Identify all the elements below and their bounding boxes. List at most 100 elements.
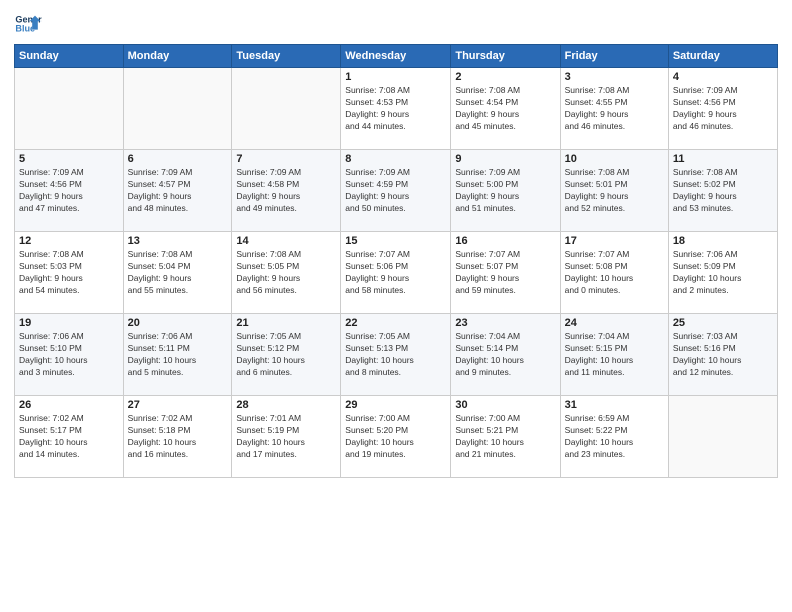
calendar-day-cell: 12 Sunrise: 7:08 AM Sunset: 5:03 PM Dayli… (15, 232, 124, 314)
day-info: Sunrise: 7:05 AM Sunset: 5:13 PM Dayligh… (345, 331, 446, 379)
calendar-day-cell: 2 Sunrise: 7:08 AM Sunset: 4:54 PM Daylig… (451, 68, 560, 150)
calendar-day-cell: 21 Sunrise: 7:05 AM Sunset: 5:12 PM Dayli… (232, 314, 341, 396)
logo-icon: General Blue (14, 10, 42, 38)
day-info: Sunrise: 7:00 AM Sunset: 5:21 PM Dayligh… (455, 413, 555, 461)
day-number: 22 (345, 317, 446, 329)
day-number: 31 (565, 399, 664, 411)
calendar-week-row: 1Sunrise: 7:08 AM Sunset: 4:53 PM Daylig… (15, 68, 778, 150)
day-info: Sunrise: 7:09 AM Sunset: 4:56 PM Dayligh… (673, 85, 773, 133)
day-number: 11 (673, 153, 773, 165)
day-info: Sunrise: 7:08 AM Sunset: 4:54 PM Dayligh… (455, 85, 555, 133)
day-info: Sunrise: 7:09 AM Sunset: 4:59 PM Dayligh… (345, 167, 446, 215)
day-info: Sunrise: 7:06 AM Sunset: 5:10 PM Dayligh… (19, 331, 119, 379)
calendar-day-cell: 23 Sunrise: 7:04 AM Sunset: 5:14 PM Dayli… (451, 314, 560, 396)
day-number: 30 (455, 399, 555, 411)
page-container: General Blue SundayMondayTuesdayWednesda… (0, 0, 792, 486)
day-number: 8 (345, 153, 446, 165)
day-number: 28 (236, 399, 336, 411)
day-info: Sunrise: 7:09 AM Sunset: 5:00 PM Dayligh… (455, 167, 555, 215)
day-info: Sunrise: 7:00 AM Sunset: 5:20 PM Dayligh… (345, 413, 446, 461)
day-number: 14 (236, 235, 336, 247)
day-info: Sunrise: 7:08 AM Sunset: 5:02 PM Dayligh… (673, 167, 773, 215)
calendar-day-cell: 10Sunrise: 7:08 AM Sunset: 5:01 PM Dayli… (560, 150, 668, 232)
day-number: 27 (128, 399, 228, 411)
day-info: Sunrise: 7:09 AM Sunset: 4:56 PM Dayligh… (19, 167, 119, 215)
calendar-day-cell: 9 Sunrise: 7:09 AM Sunset: 5:00 PM Daylig… (451, 150, 560, 232)
weekday-header: Sunday (15, 45, 124, 68)
calendar-day-cell: 4Sunrise: 7:09 AM Sunset: 4:56 PM Daylig… (668, 68, 777, 150)
calendar-day-cell: 16Sunrise: 7:07 AM Sunset: 5:07 PM Dayli… (451, 232, 560, 314)
calendar-header-row: SundayMondayTuesdayWednesdayThursdayFrid… (15, 45, 778, 68)
calendar-day-cell: 11 Sunrise: 7:08 AM Sunset: 5:02 PM Dayli… (668, 150, 777, 232)
day-number: 29 (345, 399, 446, 411)
day-number: 23 (455, 317, 555, 329)
calendar-day-cell: 30 Sunrise: 7:00 AM Sunset: 5:21 PM Dayli… (451, 396, 560, 478)
weekday-header: Thursday (451, 45, 560, 68)
day-number: 26 (19, 399, 119, 411)
day-info: Sunrise: 7:08 AM Sunset: 5:03 PM Dayligh… (19, 249, 119, 297)
calendar-day-cell (123, 68, 232, 150)
day-info: Sunrise: 7:03 AM Sunset: 5:16 PM Dayligh… (673, 331, 773, 379)
day-number: 24 (565, 317, 664, 329)
day-number: 20 (128, 317, 228, 329)
weekday-header: Monday (123, 45, 232, 68)
day-number: 3 (565, 71, 664, 83)
calendar-day-cell: 3 Sunrise: 7:08 AM Sunset: 4:55 PM Daylig… (560, 68, 668, 150)
day-number: 13 (128, 235, 228, 247)
day-number: 1 (345, 71, 446, 83)
calendar-day-cell: 5 Sunrise: 7:09 AM Sunset: 4:56 PM Daylig… (15, 150, 124, 232)
calendar-week-row: 5 Sunrise: 7:09 AM Sunset: 4:56 PM Daylig… (15, 150, 778, 232)
day-info: Sunrise: 7:04 AM Sunset: 5:14 PM Dayligh… (455, 331, 555, 379)
calendar-week-row: 19 Sunrise: 7:06 AM Sunset: 5:10 PM Dayli… (15, 314, 778, 396)
day-info: Sunrise: 7:06 AM Sunset: 5:09 PM Dayligh… (673, 249, 773, 297)
day-info: Sunrise: 7:01 AM Sunset: 5:19 PM Dayligh… (236, 413, 336, 461)
calendar-day-cell: 27Sunrise: 7:02 AM Sunset: 5:18 PM Dayli… (123, 396, 232, 478)
calendar-table: SundayMondayTuesdayWednesdayThursdayFrid… (14, 44, 778, 478)
calendar-day-cell (232, 68, 341, 150)
calendar-day-cell: 20 Sunrise: 7:06 AM Sunset: 5:11 PM Dayli… (123, 314, 232, 396)
day-number: 7 (236, 153, 336, 165)
calendar-day-cell: 29 Sunrise: 7:00 AM Sunset: 5:20 PM Dayli… (341, 396, 451, 478)
day-number: 25 (673, 317, 773, 329)
day-number: 6 (128, 153, 228, 165)
weekday-header: Wednesday (341, 45, 451, 68)
day-info: Sunrise: 7:08 AM Sunset: 4:55 PM Dayligh… (565, 85, 664, 133)
day-number: 15 (345, 235, 446, 247)
calendar-day-cell: 18 Sunrise: 7:06 AM Sunset: 5:09 PM Dayli… (668, 232, 777, 314)
weekday-header: Saturday (668, 45, 777, 68)
day-number: 19 (19, 317, 119, 329)
calendar-day-cell: 31 Sunrise: 6:59 AM Sunset: 5:22 PM Dayli… (560, 396, 668, 478)
calendar-day-cell: 13 Sunrise: 7:08 AM Sunset: 5:04 PM Dayli… (123, 232, 232, 314)
calendar-day-cell: 1Sunrise: 7:08 AM Sunset: 4:53 PM Daylig… (341, 68, 451, 150)
day-number: 2 (455, 71, 555, 83)
day-number: 5 (19, 153, 119, 165)
day-info: Sunrise: 7:05 AM Sunset: 5:12 PM Dayligh… (236, 331, 336, 379)
calendar-day-cell: 25 Sunrise: 7:03 AM Sunset: 5:16 PM Dayli… (668, 314, 777, 396)
calendar-day-cell: 15 Sunrise: 7:07 AM Sunset: 5:06 PM Dayli… (341, 232, 451, 314)
day-info: Sunrise: 7:07 AM Sunset: 5:06 PM Dayligh… (345, 249, 446, 297)
calendar-day-cell: 24 Sunrise: 7:04 AM Sunset: 5:15 PM Dayli… (560, 314, 668, 396)
day-info: Sunrise: 7:02 AM Sunset: 5:17 PM Dayligh… (19, 413, 119, 461)
day-number: 21 (236, 317, 336, 329)
day-info: Sunrise: 7:08 AM Sunset: 5:04 PM Dayligh… (128, 249, 228, 297)
svg-text:Blue: Blue (15, 24, 35, 34)
day-number: 10 (565, 153, 664, 165)
calendar-day-cell: 19 Sunrise: 7:06 AM Sunset: 5:10 PM Dayli… (15, 314, 124, 396)
day-info: Sunrise: 7:08 AM Sunset: 5:05 PM Dayligh… (236, 249, 336, 297)
day-number: 18 (673, 235, 773, 247)
day-number: 17 (565, 235, 664, 247)
day-number: 9 (455, 153, 555, 165)
day-number: 12 (19, 235, 119, 247)
calendar-day-cell (668, 396, 777, 478)
calendar-day-cell: 22 Sunrise: 7:05 AM Sunset: 5:13 PM Dayli… (341, 314, 451, 396)
calendar-day-cell: 17Sunrise: 7:07 AM Sunset: 5:08 PM Dayli… (560, 232, 668, 314)
day-info: Sunrise: 6:59 AM Sunset: 5:22 PM Dayligh… (565, 413, 664, 461)
day-info: Sunrise: 7:09 AM Sunset: 4:57 PM Dayligh… (128, 167, 228, 215)
header: General Blue (14, 10, 778, 38)
calendar-week-row: 12 Sunrise: 7:08 AM Sunset: 5:03 PM Dayli… (15, 232, 778, 314)
day-info: Sunrise: 7:04 AM Sunset: 5:15 PM Dayligh… (565, 331, 664, 379)
day-info: Sunrise: 7:06 AM Sunset: 5:11 PM Dayligh… (128, 331, 228, 379)
calendar-day-cell: 6 Sunrise: 7:09 AM Sunset: 4:57 PM Daylig… (123, 150, 232, 232)
calendar-day-cell: 7Sunrise: 7:09 AM Sunset: 4:58 PM Daylig… (232, 150, 341, 232)
calendar-day-cell (15, 68, 124, 150)
